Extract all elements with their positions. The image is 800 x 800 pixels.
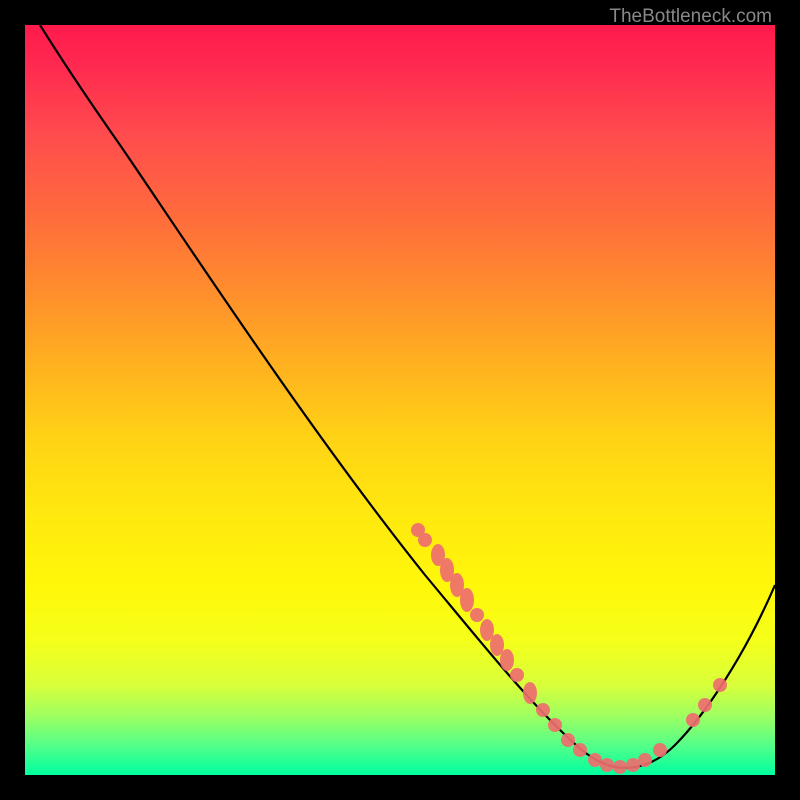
chart-container: TheBottleneck.com <box>0 0 800 800</box>
attribution-text: TheBottleneck.com <box>609 6 772 28</box>
marker-group <box>411 523 727 774</box>
chart-svg <box>25 25 775 775</box>
main-curve <box>40 25 775 768</box>
